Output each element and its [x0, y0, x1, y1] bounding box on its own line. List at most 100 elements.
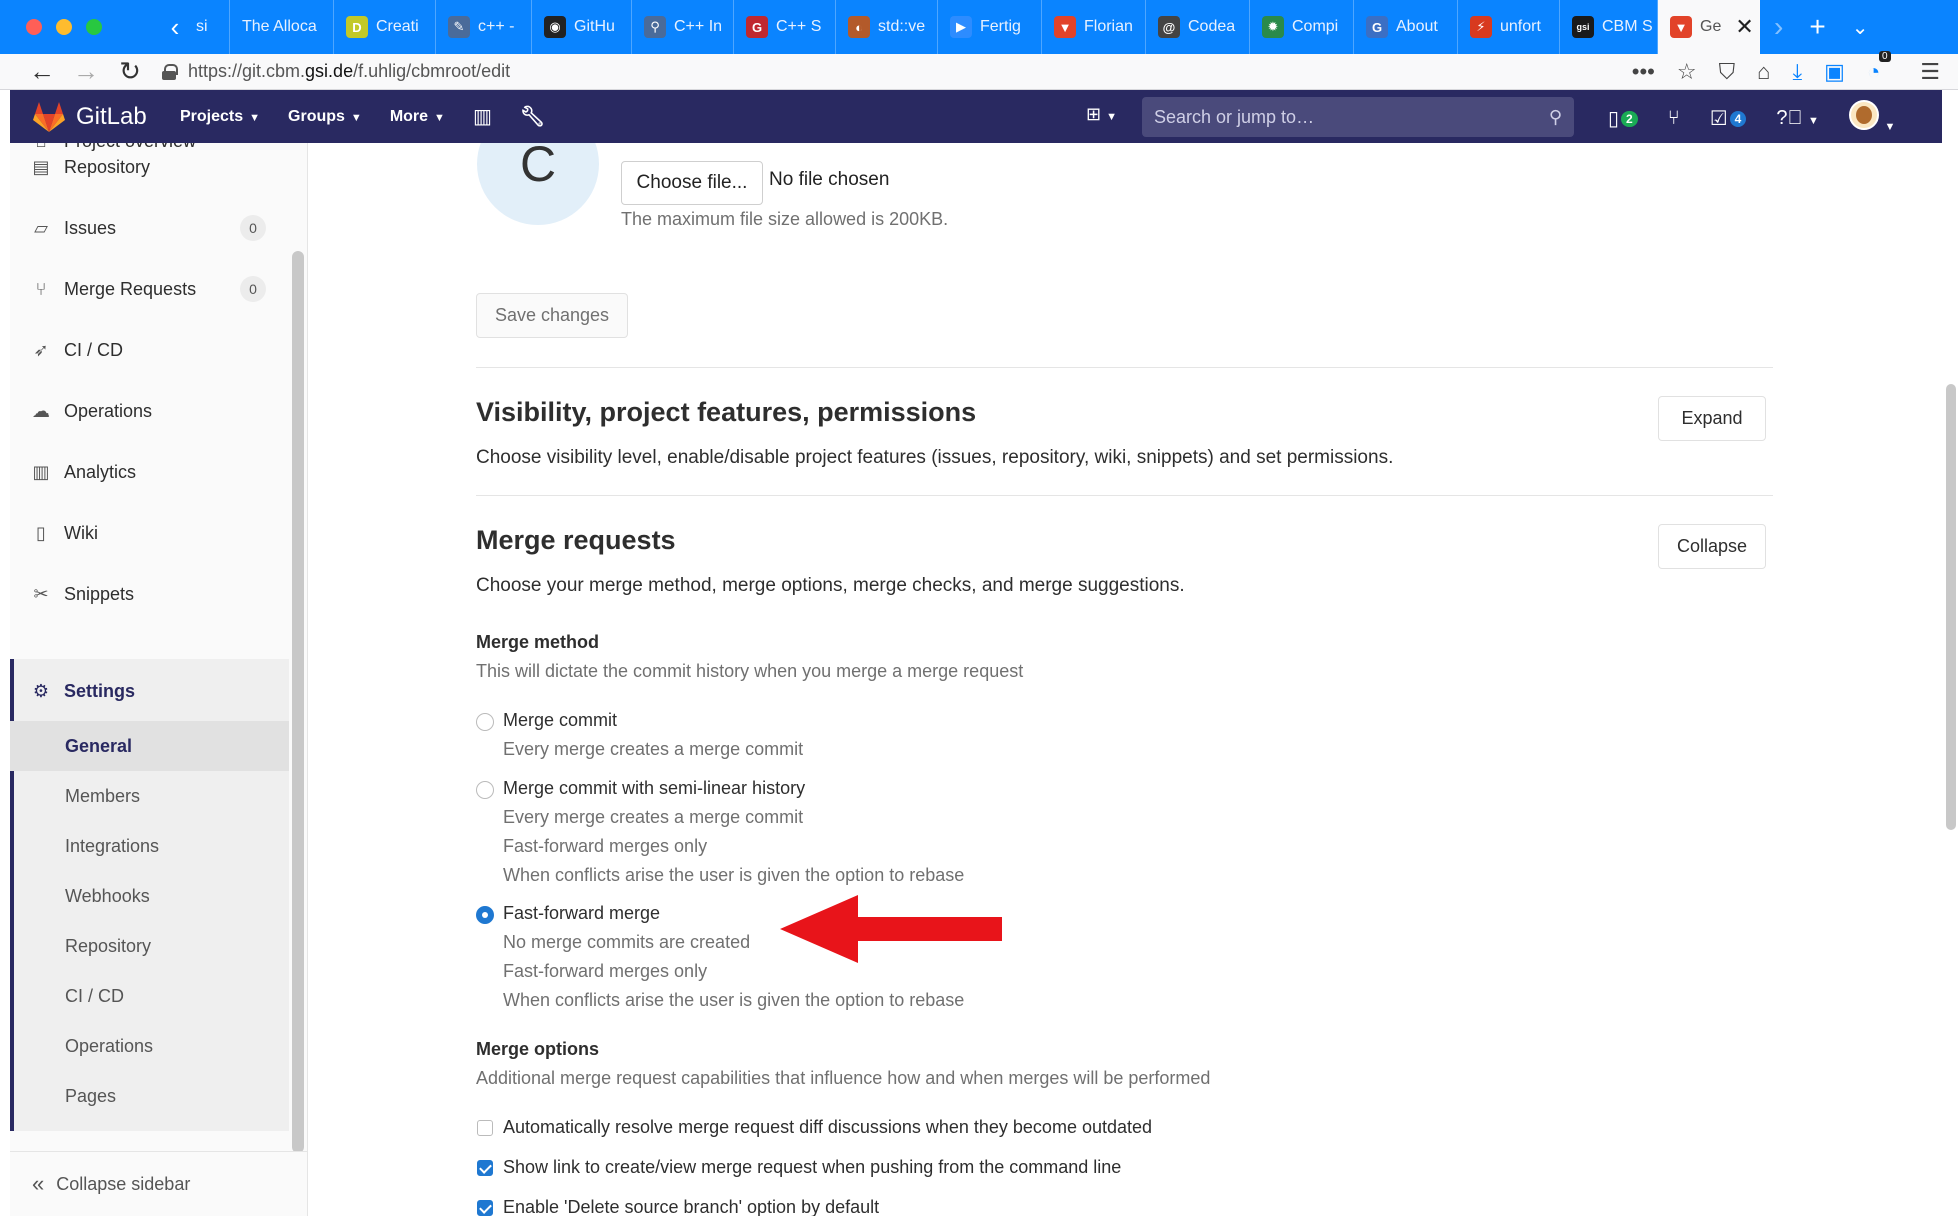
browser-tab[interactable]: ▼ Florian — [1042, 0, 1146, 54]
browser-tab-active[interactable]: ▼ Ge ✕ — [1658, 0, 1760, 54]
tab-scroll-left-icon[interactable]: ‹ — [160, 12, 190, 43]
home-icon[interactable]: ⌂ — [1757, 59, 1770, 85]
tab-scroll-right-icon[interactable]: › — [1774, 11, 1783, 43]
page-actions-icon[interactable]: ••• — [1632, 59, 1655, 85]
save-changes-button[interactable]: Save changes — [476, 293, 628, 338]
sidebar-item-analytics[interactable]: ▥ Analytics — [10, 448, 289, 496]
sidebar-subitem-members[interactable]: Members — [10, 771, 289, 821]
close-window-button[interactable] — [26, 19, 42, 35]
tab-label: c++ - — [478, 18, 515, 35]
sidebar-subitem-general[interactable]: General — [10, 721, 289, 771]
tab-label: Creati — [376, 18, 419, 35]
no-file-chosen-text: No file chosen — [769, 169, 890, 190]
reading-list-icon[interactable]: ⛉ — [1719, 59, 1736, 85]
sidebar-item-wiki[interactable]: ▯ Wiki — [10, 509, 289, 557]
activity-chart-icon[interactable]: ▥ — [473, 104, 492, 129]
admin-wrench-icon[interactable]: 🔧︎ — [520, 104, 545, 129]
delete-source-branch-label[interactable]: Enable 'Delete source branch' option by … — [503, 1197, 879, 1216]
semi-linear-label[interactable]: Merge commit with semi-linear history — [503, 778, 805, 799]
gift-icon[interactable]: ▣ — [1824, 59, 1845, 85]
todos-link[interactable]: ☑ 4 — [1710, 106, 1747, 131]
collapse-sidebar-button[interactable]: « Collapse sidebar — [10, 1151, 307, 1216]
star-icon[interactable]: ☆ — [1677, 59, 1697, 85]
address-field[interactable]: https://git.cbm.gsi.de/f.uhlig/cbmroot/e… — [188, 61, 510, 82]
show-link-checkbox[interactable] — [477, 1160, 493, 1176]
fast-forward-label[interactable]: Fast-forward merge — [503, 903, 660, 924]
chevron-down-icon: ▼ — [434, 111, 445, 124]
chevron-down-icon[interactable]: ⌄ — [1852, 15, 1869, 40]
sidebar-item-ci-cd[interactable]: ➶ CI / CD — [10, 326, 289, 374]
merge-commit-label[interactable]: Merge commit — [503, 710, 617, 731]
browser-tab[interactable]: G About — [1354, 0, 1458, 54]
sidebar-item-settings[interactable]: ⚙ Settings — [10, 667, 289, 715]
more-dropdown[interactable]: More ▼ — [390, 108, 445, 126]
sidebar-subitem-pages[interactable]: Pages — [10, 1071, 289, 1121]
choose-file-button[interactable]: Choose file... — [621, 161, 763, 205]
sidebar-item-snippets[interactable]: ✂ Snippets — [10, 570, 289, 618]
issues-link[interactable]: ▯ 2 — [1608, 106, 1638, 131]
browser-tab[interactable]: ◉ GitHu — [532, 0, 632, 54]
sidebar-item-label: Snippets — [64, 583, 135, 604]
merge-commit-radio[interactable] — [476, 713, 494, 731]
groups-dropdown[interactable]: Groups ▼ — [288, 108, 362, 126]
collapse-merge-requests-button[interactable]: Collapse — [1658, 524, 1766, 569]
gitlab-tanuki-icon — [33, 101, 65, 132]
gitlab-logo-link[interactable]: GitLab — [10, 101, 160, 133]
sidebar-subitem-repository[interactable]: Repository — [10, 921, 289, 971]
sidebar-subitem-integrations[interactable]: Integrations — [10, 821, 289, 871]
expand-visibility-button[interactable]: Expand — [1658, 396, 1766, 441]
browser-tab[interactable]: si — [190, 0, 230, 54]
sidebar-item-operations[interactable]: ☁ Operations — [10, 387, 289, 435]
show-link-label[interactable]: Show link to create/view merge request w… — [503, 1157, 1121, 1178]
page-scrollbar[interactable] — [1946, 384, 1956, 830]
close-tab-icon[interactable]: ✕ — [1735, 14, 1753, 40]
gitlab-top-menu: Projects ▼ Groups ▼ More ▼ ▥ 🔧︎ — [180, 104, 545, 129]
browser-tab[interactable]: G C++ S — [734, 0, 836, 54]
auto-resolve-label[interactable]: Automatically resolve merge request diff… — [503, 1117, 1152, 1138]
scissors-icon: ✂ — [33, 583, 49, 604]
browser-tab[interactable]: gsi CBM S — [1560, 0, 1658, 54]
semi-linear-radio[interactable] — [476, 781, 494, 799]
new-tab-icon[interactable]: + — [1809, 11, 1825, 43]
browser-tab[interactable]: @ Codea — [1146, 0, 1250, 54]
sidebar-item-repository[interactable]: ▤ Repository — [10, 143, 289, 191]
extension-icon[interactable]: ◔ 0 — [1867, 50, 1891, 85]
browser-tab[interactable]: ⚲ C++ In — [632, 0, 734, 54]
sidebar-item-merge-requests[interactable]: ⑂ Merge Requests 0 — [10, 265, 289, 313]
sidebar-subitem-ci-cd[interactable]: CI / CD — [10, 971, 289, 1021]
browser-tab[interactable]: ✎ c++ - — [436, 0, 532, 54]
sidebar-subitem-webhooks[interactable]: Webhooks — [10, 871, 289, 921]
help-dropdown[interactable]: ?⃝ ▼ — [1776, 107, 1819, 130]
browser-tab[interactable]: ✹ Compi — [1250, 0, 1354, 54]
fast-forward-radio[interactable] — [476, 906, 494, 924]
minimize-window-button[interactable] — [56, 19, 72, 35]
hamburger-menu-icon[interactable]: ☰ — [1920, 59, 1940, 85]
reload-icon[interactable]: ↻ — [108, 56, 152, 87]
browser-tab[interactable]: D Creati — [334, 0, 436, 54]
project-avatar-letter: C — [519, 143, 557, 192]
browser-tab[interactable]: The Alloca — [230, 0, 334, 54]
expand-label: Expand — [1681, 408, 1743, 428]
projects-dropdown[interactable]: Projects ▼ — [180, 108, 260, 126]
sidebar-item-issues[interactable]: ▱ Issues 0 — [10, 204, 289, 252]
new-item-dropdown[interactable]: ⊞ ▼ — [1086, 104, 1117, 125]
user-dropdown[interactable]: ▼ — [1848, 100, 1895, 136]
maximize-window-button[interactable] — [86, 19, 102, 35]
tab-label: std::ve — [878, 18, 926, 35]
auto-resolve-checkbox[interactable] — [477, 1120, 493, 1136]
delete-source-branch-checkbox[interactable] — [477, 1200, 493, 1216]
tab-favicon-icon: ✎ — [448, 16, 470, 38]
sidebar-subitem-operations[interactable]: Operations — [10, 1021, 289, 1071]
merge-request-icon[interactable]: ⑂ — [1668, 107, 1680, 130]
forward-icon[interactable]: → — [64, 56, 108, 87]
download-icon[interactable]: ⤓ — [1792, 59, 1802, 85]
back-icon[interactable]: ← — [20, 56, 64, 87]
browser-tab[interactable]: ▶ Fertig — [938, 0, 1042, 54]
browser-tab[interactable]: ⚡ unfort — [1458, 0, 1560, 54]
url-domain: gsi.de — [305, 61, 354, 81]
issues-count-badge: 2 — [1621, 111, 1638, 128]
search-input[interactable]: Search or jump to… ⚲ — [1142, 97, 1574, 137]
sidebar-subitem-label: Repository — [65, 935, 152, 956]
browser-tab[interactable]: ◐ std::ve — [836, 0, 938, 54]
sidebar-scrollbar[interactable] — [292, 251, 304, 1153]
